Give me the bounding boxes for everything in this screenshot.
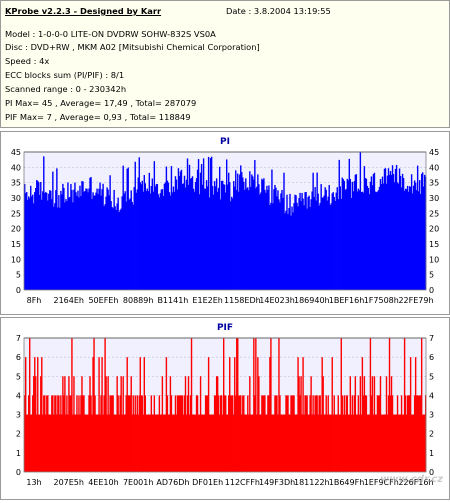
y-tick-label-right: 40 [429,163,439,172]
y-tick-label-left: 40 [11,163,21,172]
model-line: Model : 1-0-0-0 LITE-ON DVDRW SOHW-832S … [5,29,216,39]
y-tick-label-left: 45 [11,148,21,157]
y-tick-label-left: 1 [16,449,21,458]
y-tick-label-right: 6 [429,353,434,362]
pi-chart-panel: PI 0 0 5 5 10 10 15 15 20 20 25 25 30 30 35 35 40 40 45 45 8F… [0,131,450,315]
y-tick-label-left: 35 [11,179,21,188]
pif-stats-line: PIF Max= 7 , Average= 0,93 , Total= 1188… [5,112,191,122]
y-tick-label-right: 1 [429,449,434,458]
y-tick-label-right: 2 [429,430,434,439]
scanned-range-line: Scanned range : 0 - 230342h [5,84,127,94]
y-tick-label-left: 7 [16,334,21,343]
pif-chart: PIF0 01 12 23 34 45 56 67 713h 207E5h 4EE10h 7E001h… [1,318,449,499]
y-tick-label-right: 10 [429,255,439,264]
y-tick-label-left: 10 [11,255,21,264]
y-tick-label-right: 5 [429,271,434,280]
x-tick-label: B1141h [157,296,188,305]
y-tick-label-right: 30 [429,194,439,203]
ecc-line: ECC blocks sum (PI/PIF) : 8/1 [5,70,125,80]
y-tick-label-right: 3 [429,411,434,420]
x-tick-label: 207E5h [53,478,83,487]
x-tick-label: 1B649Fh [329,478,365,487]
y-tick-label-left: 20 [11,225,21,234]
y-tick-label-left: 3 [16,411,21,420]
speed-line: Speed : 4x [5,56,50,66]
x-tick-label: 149F3Dh [259,478,295,487]
y-tick-label-left: 15 [11,240,21,249]
y-tick-label-left: 0 [16,286,21,295]
scan-date: Date : 3.8.2004 13:19:55 [226,6,331,16]
y-tick-label-left: 5 [16,271,21,280]
chart-title: PI [220,137,230,147]
y-tick-label-right: 45 [429,148,439,157]
kprobe-report: KProbe v2.2.3 - Designed by Karr Date : … [0,0,450,500]
y-tick-label-left: 6 [16,353,21,362]
x-tick-label: 1158EDh [224,296,261,305]
x-tick-label: AD76Dh [156,478,189,487]
y-tick-label-left: 0 [16,468,21,477]
watermark: www.cdr.cz [380,474,444,485]
y-tick-label-left: 5 [16,372,21,381]
x-tick-label: E1E2Eh [192,296,222,305]
x-tick-label: 22FE79h [398,296,433,305]
y-tick-label-right: 5 [429,372,434,381]
x-tick-label: 2164Eh [53,296,83,305]
x-tick-label: 7E001h [123,478,153,487]
chart-title: PIF [217,323,233,333]
y-tick-label-right: 4 [429,391,434,400]
pi-stats-line: PI Max= 45 , Average= 17,49 , Total= 287… [5,98,197,108]
x-tick-label: 181122h [294,478,330,487]
y-tick-label-right: 20 [429,225,439,234]
x-tick-label: 13h [26,478,41,487]
y-tick-label-right: 35 [429,179,439,188]
y-tick-label-left: 25 [11,209,21,218]
x-tick-label: DF01Eh [192,478,223,487]
pi-chart: PI 0 0 5 5 10 10 15 15 20 20 25 25 30 30 35 35 40 40 45 45 8F… [1,132,449,314]
y-tick-label-right: 0 [429,286,434,295]
x-tick-label: 1BEF16h [329,296,364,305]
x-tick-label: 112CFFh [225,478,260,487]
x-tick-label: 186940h [294,296,330,305]
x-tick-label: 1F7508h [364,296,399,305]
y-tick-label-right: 7 [429,334,434,343]
x-tick-label: 50EFEh [88,296,118,305]
y-tick-label-right: 15 [429,240,439,249]
y-tick-label-right: 25 [429,209,439,218]
x-tick-label: 14E023h [259,296,295,305]
y-tick-label-left: 30 [11,194,21,203]
x-tick-label: 8Fh [27,296,42,305]
info-panel: KProbe v2.2.3 - Designed by Karr Date : … [0,0,450,128]
app-title: KProbe v2.2.3 - Designed by Karr [5,6,162,16]
pif-chart-panel: PIF 0 0 1 1 2 2 3 3 4 4 5 5 6 6 7 7 13h 207E5h 4EE10h 7E001h… [0,317,450,500]
y-tick-label-left: 2 [16,430,21,439]
x-tick-label: 4EE10h [88,478,118,487]
x-tick-label: 80889h [123,296,154,305]
disc-line: Disc : DVD+RW , MKM A02 [Mitsubishi Chem… [5,42,260,52]
y-tick-label-left: 4 [16,391,21,400]
